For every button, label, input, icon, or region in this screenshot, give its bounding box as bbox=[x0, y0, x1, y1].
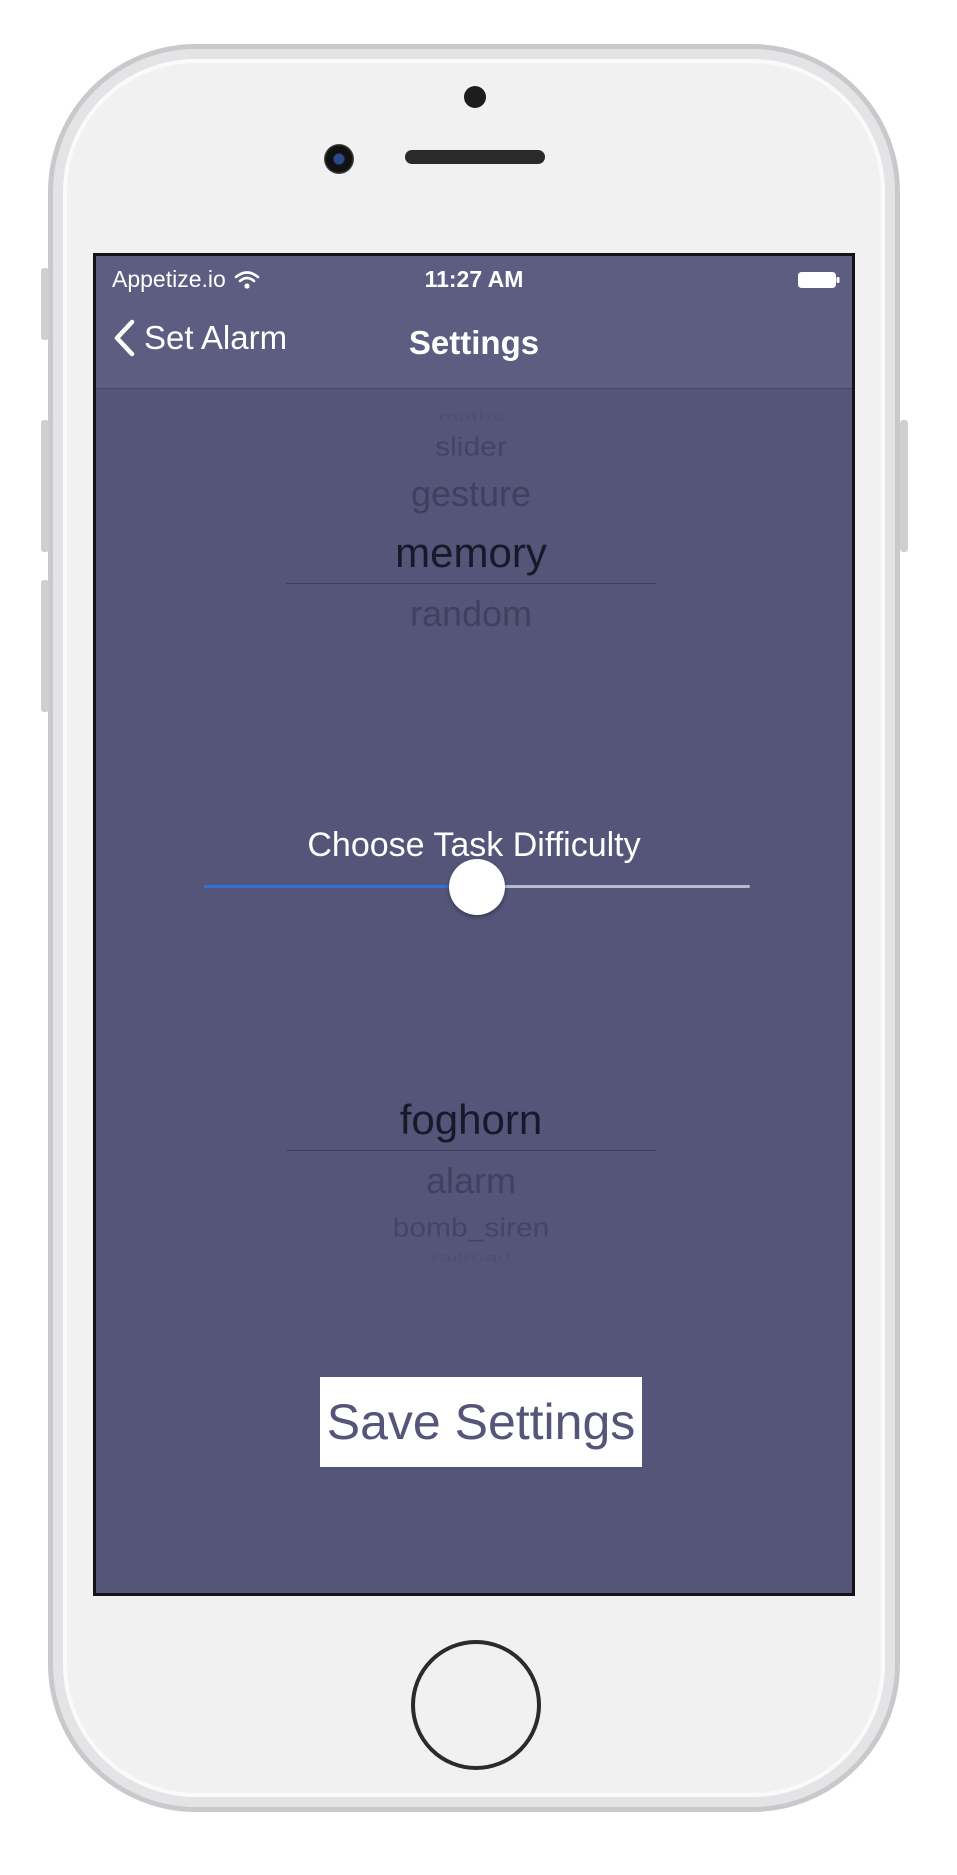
status-time: 11:27 AM bbox=[424, 266, 524, 292]
picker-item[interactable]: slider bbox=[286, 434, 656, 463]
alarm-sound-picker[interactable]: foghorn alarm bomb_siren railroad bbox=[286, 1096, 656, 1356]
slider-thumb[interactable] bbox=[449, 859, 505, 915]
proximity-sensor bbox=[464, 86, 486, 108]
picker-selection-line bbox=[286, 1150, 656, 1151]
battery-icon bbox=[798, 272, 840, 288]
volume-down-button bbox=[41, 580, 49, 712]
picker-item[interactable]: railroad bbox=[286, 1250, 656, 1265]
picker-item[interactable]: gesture bbox=[286, 473, 656, 515]
app-screen: Appetize.io 11:27 AM Set Alarm Settings … bbox=[93, 253, 855, 1596]
picker-item[interactable]: maths bbox=[286, 409, 656, 424]
task-type-picker[interactable]: maths slider gesture memory random bbox=[286, 401, 656, 661]
navigation-bar: Appetize.io 11:27 AM Set Alarm Settings bbox=[96, 256, 852, 389]
picker-item-selected[interactable]: memory bbox=[286, 529, 656, 577]
picker-item[interactable]: bomb_siren bbox=[286, 1215, 656, 1244]
picker-item-selected[interactable]: foghorn bbox=[286, 1096, 656, 1144]
page-title: Settings bbox=[408, 324, 540, 361]
slider-fill bbox=[204, 885, 477, 888]
save-settings-button[interactable]: Save Settings bbox=[320, 1377, 642, 1467]
power-button bbox=[900, 420, 908, 552]
front-camera-icon bbox=[324, 144, 354, 174]
picker-item[interactable]: random bbox=[286, 593, 656, 635]
mute-switch bbox=[41, 268, 49, 340]
volume-up-button bbox=[41, 420, 49, 552]
difficulty-slider[interactable] bbox=[204, 856, 750, 916]
earpiece-speaker bbox=[405, 150, 545, 164]
home-button[interactable] bbox=[411, 1640, 541, 1770]
picker-item[interactable]: alarm bbox=[286, 1160, 656, 1202]
picker-selection-line bbox=[286, 583, 656, 584]
